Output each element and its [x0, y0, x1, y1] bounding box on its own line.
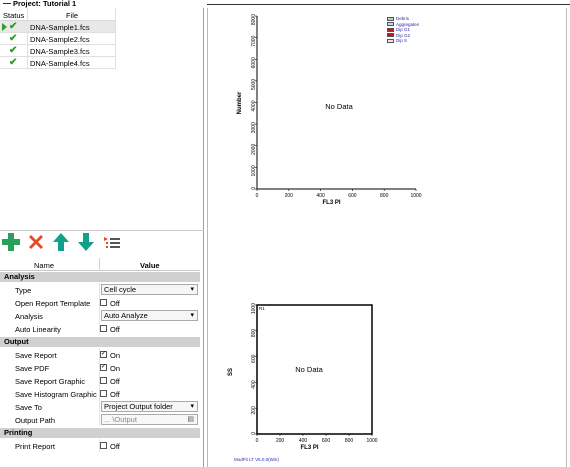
- app-window: — Project: Tutorial 1 Status File ✔ DNA-…: [0, 0, 570, 467]
- x-tick-label: 600: [322, 438, 331, 444]
- y-tick-label: 0: [251, 432, 257, 435]
- y-tick-label: 400: [251, 380, 257, 389]
- x-tick-label: 400: [299, 438, 308, 444]
- x-tick-label: 1000: [366, 438, 377, 444]
- y-tick-label: 1000: [251, 303, 257, 314]
- gate-label: R1: [259, 306, 265, 311]
- x-tick-label: 200: [276, 438, 285, 444]
- x-tick-label: 800: [345, 438, 354, 444]
- version-footer: ModFit LT V6.0.0(Win): [234, 457, 279, 462]
- y-tick-label: 600: [251, 354, 257, 363]
- x-tick-label: 0: [256, 438, 259, 444]
- no-data-label: No Data: [295, 365, 323, 374]
- y-tick-label: 200: [251, 406, 257, 415]
- y-tick-label: 800: [251, 329, 257, 338]
- y-axis-label: SS: [228, 368, 234, 376]
- scat-svg: 0 200 400 600 800 1000 0 200 400 600 800 1000 FL3 PI…: [228, 303, 378, 451]
- x-axis-label: FL3 PI: [300, 445, 318, 451]
